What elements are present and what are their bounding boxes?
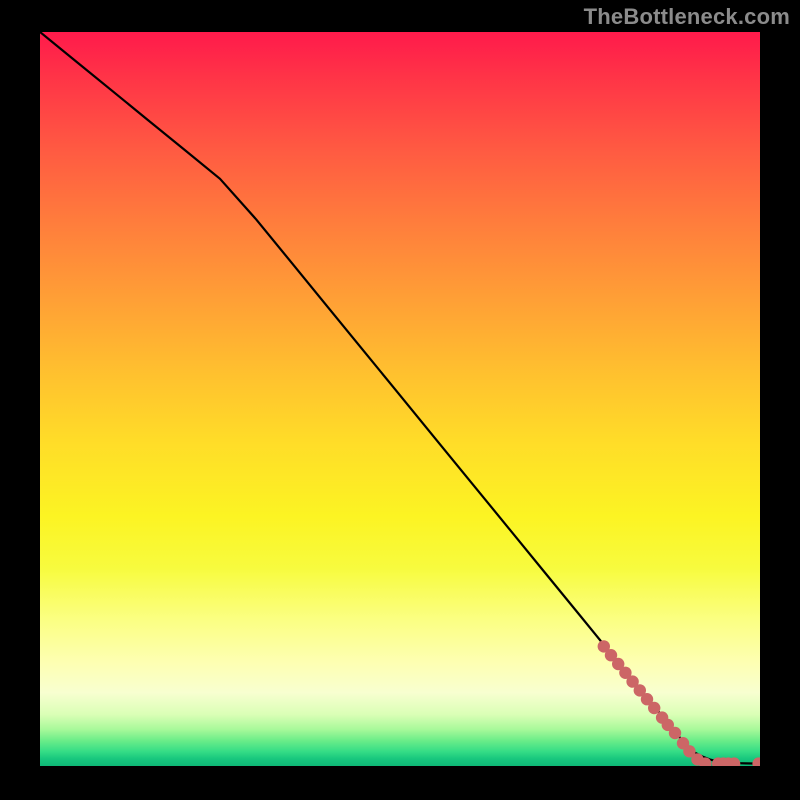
- marker-dot: [669, 727, 681, 739]
- marker-dot: [648, 702, 660, 714]
- attribution-text: TheBottleneck.com: [584, 4, 790, 30]
- plot-overlay: [40, 32, 760, 766]
- highlight-markers: [598, 640, 760, 766]
- chart-root: TheBottleneck.com: [0, 0, 800, 800]
- marker-dot: [752, 757, 760, 766]
- plot-area: [40, 32, 760, 766]
- bottleneck-curve: [40, 32, 760, 764]
